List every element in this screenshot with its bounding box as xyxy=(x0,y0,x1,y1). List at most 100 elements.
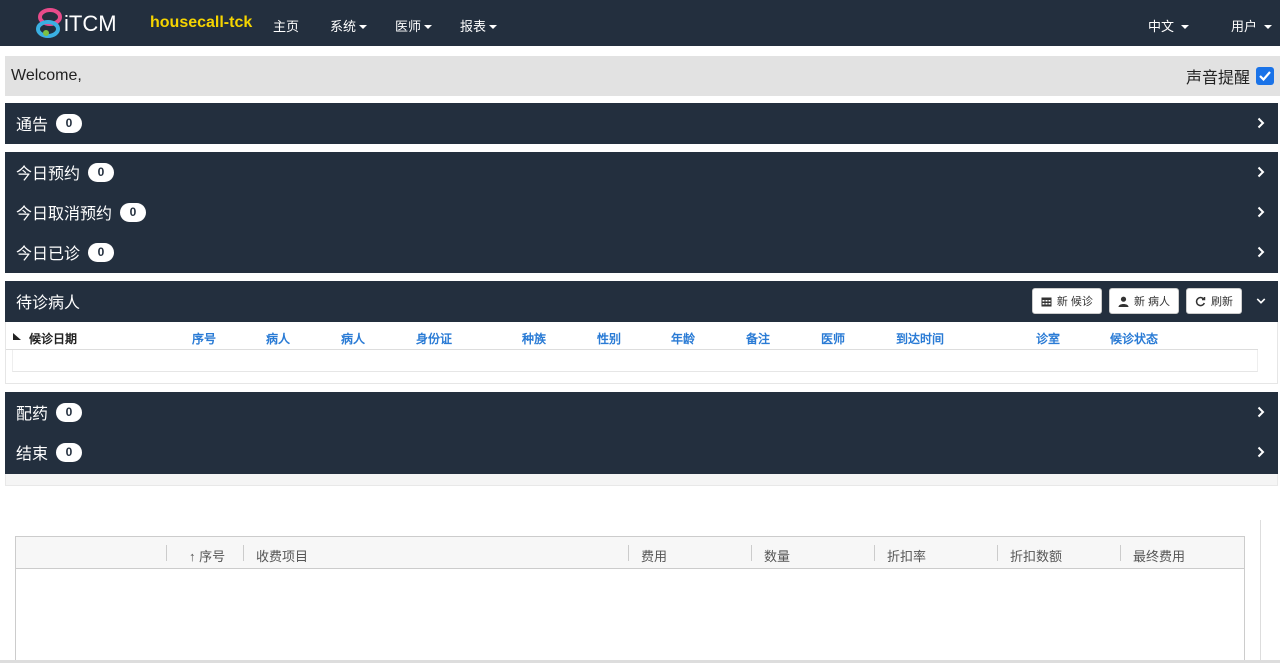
sort-asc-icon[interactable] xyxy=(13,333,21,340)
column-separator xyxy=(874,545,875,561)
col-patient[interactable]: 病人 xyxy=(266,330,290,347)
finish-row[interactable]: 结束 0 xyxy=(5,432,1278,472)
caret-down-icon xyxy=(359,25,368,29)
nav-language-label: 中文 xyxy=(1148,19,1175,34)
nav-user-menu[interactable]: 用户 xyxy=(1231,16,1272,35)
nav-doctor-menu[interactable]: 医师 xyxy=(395,16,433,35)
finish-label: 结束 xyxy=(16,446,49,463)
col-room[interactable]: 诊室 xyxy=(1036,330,1060,347)
calendar-icon xyxy=(1041,297,1052,306)
waiting-label: 待诊病人 xyxy=(16,295,81,312)
brand-name[interactable]: housecall-tck xyxy=(150,14,252,32)
col-age[interactable]: 年龄 xyxy=(671,330,695,347)
logo-text: iTCM xyxy=(64,11,117,36)
nav-system-label: 系统 xyxy=(330,19,357,34)
waiting-header-row: 待诊病人 新 候诊 新 病人 刷新 xyxy=(5,281,1278,321)
column-separator xyxy=(751,545,752,561)
col-waiting-date[interactable]: 候诊日期 xyxy=(29,330,77,347)
dispense-row[interactable]: 配药 0 xyxy=(5,392,1278,432)
sound-alert: 声音提醒 xyxy=(1186,64,1274,88)
waiting-panel: 待诊病人 新 候诊 新 病人 刷新 xyxy=(5,281,1278,322)
check-icon xyxy=(1259,71,1271,82)
col-remark[interactable]: 备注 xyxy=(746,330,770,347)
itcm-logo[interactable]: iTCM xyxy=(34,5,124,41)
column-separator xyxy=(1120,545,1121,561)
column-separator xyxy=(997,545,998,561)
finish-count-badge: 0 xyxy=(56,442,83,462)
welcome-text: Welcome, xyxy=(11,67,82,84)
col-seq[interactable]: 序号 xyxy=(192,330,216,347)
chevron-right-icon[interactable] xyxy=(1256,165,1266,179)
panel-footer-band xyxy=(5,474,1278,486)
chevron-right-icon[interactable] xyxy=(1256,245,1266,259)
today-appointments-label: 今日预约 xyxy=(16,166,81,183)
dispense-finish-panel: 配药 0 结束 0 xyxy=(5,392,1278,474)
caret-down-icon xyxy=(489,25,498,29)
top-navbar: iTCM housecall-tck 主页 系统 医师 报表 中文 用户 xyxy=(0,0,1280,46)
waiting-table-empty-row xyxy=(12,350,1258,372)
nav-language-menu[interactable]: 中文 xyxy=(1148,16,1189,35)
today-appointments-badge: 0 xyxy=(88,162,115,182)
today-appointments-row[interactable]: 今日预约 0 xyxy=(5,152,1278,192)
nav-home-label: 主页 xyxy=(273,19,300,34)
refresh-button[interactable]: 刷新 xyxy=(1186,288,1242,314)
sound-alert-checkbox[interactable] xyxy=(1256,67,1274,85)
caret-down-icon xyxy=(424,25,433,29)
column-separator xyxy=(166,545,167,561)
col-waiting-status[interactable]: 候诊状态 xyxy=(1110,330,1158,347)
column-separator xyxy=(243,545,244,561)
chevron-right-icon[interactable] xyxy=(1256,445,1266,459)
col-fee-item[interactable]: 收费项目 xyxy=(256,546,308,565)
sound-alert-label: 声音提醒 xyxy=(1185,70,1250,87)
notice-row[interactable]: 通告 0 xyxy=(5,103,1278,143)
col-fee-seq[interactable]: ↑ 序号 xyxy=(189,546,225,565)
nav-report-label: 报表 xyxy=(460,19,487,34)
caret-down-icon xyxy=(1263,25,1272,29)
dispense-count-badge: 0 xyxy=(56,402,83,422)
chevron-down-icon[interactable] xyxy=(1256,294,1266,308)
new-waiting-button[interactable]: 新 候诊 xyxy=(1031,288,1102,314)
welcome-bar: Welcome, 声音提醒 xyxy=(5,56,1280,96)
notice-panel: 通告 0 xyxy=(5,103,1278,144)
col-fee-discount-rate[interactable]: 折扣率 xyxy=(887,546,926,565)
nav-user-label: 用户 xyxy=(1231,19,1258,34)
refresh-label: 刷新 xyxy=(1211,296,1233,308)
new-waiting-label: 新 候诊 xyxy=(1056,296,1093,308)
today-cancelled-row[interactable]: 今日取消预约 0 xyxy=(5,192,1278,232)
nav-system-menu[interactable]: 系统 xyxy=(330,16,368,35)
nav-home[interactable]: 主页 xyxy=(273,16,299,35)
col-fee-final[interactable]: 最终费用 xyxy=(1133,546,1185,565)
col-patient-2[interactable]: 病人 xyxy=(341,330,365,347)
nav-doctor-label: 医师 xyxy=(395,19,422,34)
col-gender[interactable]: 性别 xyxy=(597,330,621,347)
col-doctor[interactable]: 医师 xyxy=(821,330,845,347)
chevron-right-icon[interactable] xyxy=(1256,205,1266,219)
col-fee-discount-amount[interactable]: 折扣数额 xyxy=(1010,546,1062,565)
col-ethnicity[interactable]: 种族 xyxy=(522,330,546,347)
today-cancelled-label: 今日取消预约 xyxy=(16,206,113,223)
new-patient-label: 新 病人 xyxy=(1133,296,1170,308)
notice-count-badge: 0 xyxy=(56,113,83,133)
chevron-right-icon[interactable] xyxy=(1256,405,1266,419)
new-patient-button[interactable]: 新 病人 xyxy=(1108,288,1179,314)
today-done-row[interactable]: 今日已诊 0 xyxy=(5,232,1278,272)
col-id-card[interactable]: 身份证 xyxy=(416,330,452,347)
vertical-scrollbar[interactable] xyxy=(1260,520,1274,663)
waiting-patients-table: 候诊日期 序号 病人 病人 身份证 种族 性别 年龄 备注 医师 到达时间 诊室… xyxy=(5,322,1278,384)
fee-items-table: ↑ 序号 收费项目 费用 数量 折扣率 折扣数额 最终费用 xyxy=(15,536,1245,663)
today-cancelled-badge: 0 xyxy=(120,202,147,222)
col-arrival-time[interactable]: 到达时间 xyxy=(896,330,944,347)
today-done-badge: 0 xyxy=(88,242,115,262)
col-fee-quantity[interactable]: 数量 xyxy=(764,546,790,565)
fee-table-header: ↑ 序号 收费项目 费用 数量 折扣率 折扣数额 最终费用 xyxy=(16,537,1244,569)
nav-report-menu[interactable]: 报表 xyxy=(460,16,498,35)
caret-down-icon xyxy=(1180,25,1189,29)
dispense-label: 配药 xyxy=(16,406,49,423)
waiting-table-header: 候诊日期 序号 病人 病人 身份证 种族 性别 年龄 备注 医师 到达时间 诊室… xyxy=(6,322,1258,350)
user-icon xyxy=(1118,296,1129,307)
refresh-icon xyxy=(1195,296,1206,306)
col-fee-cost[interactable]: 费用 xyxy=(641,546,667,565)
chevron-right-icon[interactable] xyxy=(1256,116,1266,130)
notice-label: 通告 xyxy=(16,117,49,134)
today-done-label: 今日已诊 xyxy=(16,246,81,263)
